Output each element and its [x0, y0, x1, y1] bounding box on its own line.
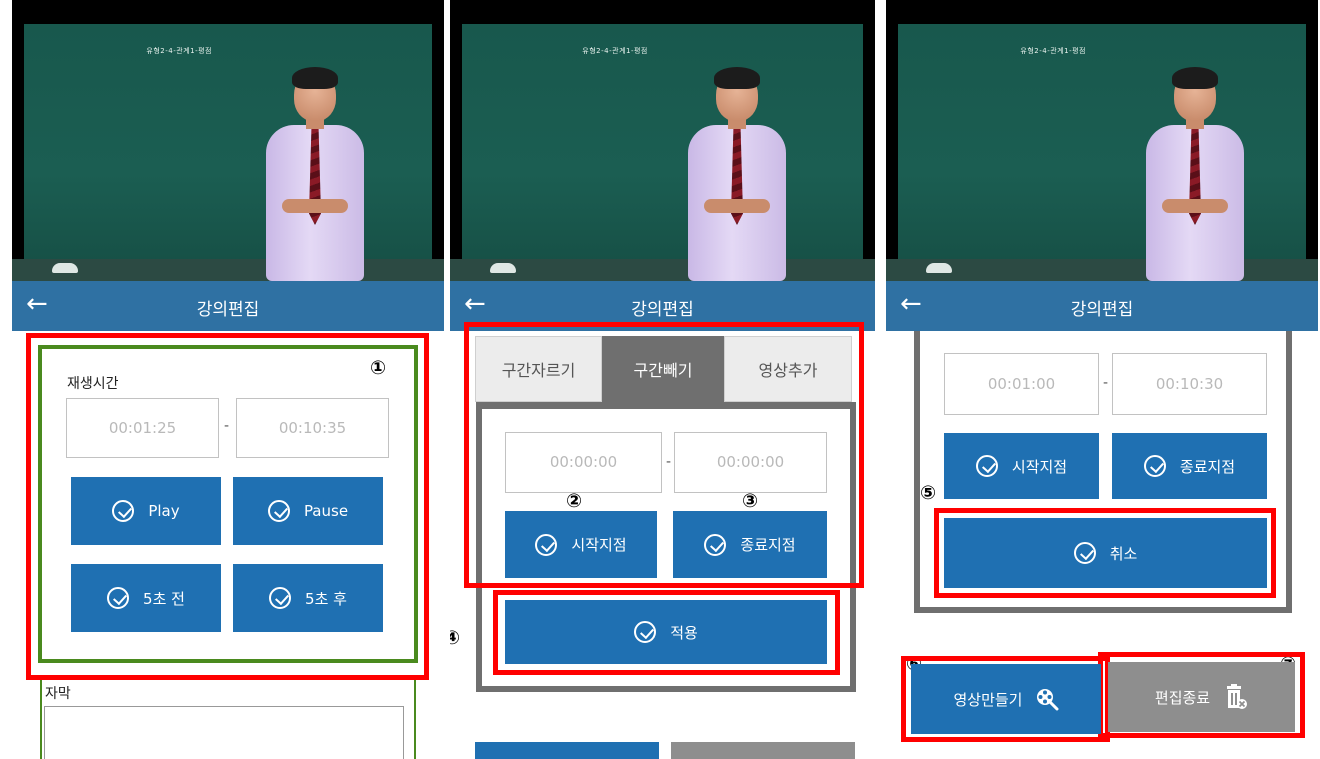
- page-title: 강의편집: [196, 300, 260, 320]
- video-player[interactable]: 유형2-4-관계1-평점: [886, 0, 1318, 281]
- chalkboard: 유형2-4-관계1-평점: [462, 24, 863, 273]
- make-video-button[interactable]: 영상만들기: [911, 664, 1101, 734]
- lecturer: [1140, 67, 1250, 281]
- pause-button[interactable]: Pause: [233, 477, 383, 545]
- subtitle-input[interactable]: [44, 706, 404, 759]
- back-5s-label: 5초 전: [143, 589, 185, 608]
- video-player[interactable]: 유형2-4-관계1-평점: [450, 0, 875, 281]
- check-circle-icon: [535, 533, 558, 556]
- check-circle-icon: [1073, 542, 1096, 564]
- end-time-field[interactable]: 00:00:00: [674, 432, 827, 493]
- forward-5s-button[interactable]: 5초 후: [233, 564, 383, 632]
- time-separator: -: [1103, 375, 1109, 391]
- start-point-label: 시작지점: [1011, 457, 1068, 476]
- lecturer: [682, 67, 792, 281]
- end-point-label: 종료지점: [1179, 457, 1236, 476]
- board-text: 유형2-4-관계1-평점: [146, 47, 212, 55]
- partial-gray-button[interactable]: [671, 742, 855, 759]
- apply-label: 적용: [670, 623, 698, 642]
- time-separator: -: [666, 454, 672, 470]
- page-title: 강의편집: [631, 300, 694, 320]
- cancel-button[interactable]: 취소: [944, 518, 1267, 588]
- desk-object: [926, 263, 952, 273]
- cancel-label: 취소: [1109, 544, 1138, 563]
- time-label: 재생시간: [67, 376, 119, 392]
- video-player[interactable]: 유형2-4-관계1-평점: [12, 0, 444, 281]
- check-circle-icon: [704, 533, 727, 556]
- badge-1: ①: [370, 357, 387, 379]
- board-text: 유형2-4-관계1-평점: [1020, 47, 1086, 55]
- check-circle-icon: [975, 455, 998, 477]
- panel-segment-edit: 유형2-4-관계1-평점 ← 강의편집 구간자르기 구간빼기 영상추가 00:0…: [450, 0, 875, 759]
- back-5s-button[interactable]: 5초 전: [71, 564, 221, 632]
- check-circle-icon: [107, 587, 130, 609]
- start-point-label: 시작지점: [571, 536, 627, 554]
- app-header: ← 강의편집: [886, 281, 1318, 331]
- lecturer: [260, 67, 370, 281]
- end-point-button[interactable]: 종료지점: [1112, 433, 1267, 499]
- start-point-button[interactable]: 시작지점: [505, 511, 657, 578]
- badge-4: ④: [450, 627, 461, 649]
- desk-object: [490, 263, 516, 273]
- start-time-field[interactable]: 00:01:00: [944, 353, 1099, 415]
- start-time-field[interactable]: 00:00:00: [505, 432, 662, 493]
- panel-playback: 유형2-4-관계1-평점 ← 강의편집 ① 재생시간 00:01:25 - 00…: [12, 0, 444, 759]
- desk-object: [52, 263, 78, 273]
- panel-finish-edit: 유형2-4-관계1-평점 ← 강의편집 00:01:00 - 00:10:30 …: [886, 0, 1318, 759]
- page-title: 강의편집: [1070, 300, 1134, 320]
- badge-3: ③: [742, 490, 759, 512]
- end-time-field[interactable]: 00:10:35: [236, 398, 389, 458]
- end-time-field[interactable]: 00:10:30: [1112, 353, 1267, 415]
- start-time-field[interactable]: 00:01:25: [66, 398, 219, 458]
- badge-2: ②: [566, 490, 583, 512]
- check-circle-icon: [1143, 455, 1166, 477]
- finish-edit-button[interactable]: 편집종료: [1108, 662, 1295, 732]
- check-circle-icon: [269, 587, 292, 609]
- board-text: 유형2-4-관계1-평점: [582, 47, 648, 55]
- pause-label: Pause: [303, 502, 349, 520]
- check-circle-icon: [634, 621, 657, 643]
- film-reel-search-icon: [1035, 687, 1059, 711]
- trash-cancel-icon: [1224, 684, 1248, 710]
- subtitle-label: 자막: [45, 686, 71, 702]
- make-video-label: 영상만들기: [953, 690, 1023, 709]
- check-circle-icon: [267, 500, 290, 522]
- play-label: Play: [148, 502, 180, 520]
- badge-5: ⑤: [920, 482, 937, 504]
- forward-5s-label: 5초 후: [305, 589, 347, 608]
- chalkboard: 유형2-4-관계1-평점: [24, 24, 432, 273]
- apply-button[interactable]: 적용: [505, 600, 827, 664]
- end-point-label: 종료지점: [740, 536, 796, 554]
- time-separator: -: [224, 418, 230, 434]
- play-button[interactable]: Play: [71, 477, 221, 545]
- finish-edit-label: 편집종료: [1154, 688, 1211, 707]
- app-header: ← 강의편집: [12, 281, 444, 331]
- start-point-button[interactable]: 시작지점: [944, 433, 1099, 499]
- partial-blue-button[interactable]: [475, 742, 659, 759]
- check-circle-icon: [112, 500, 135, 522]
- end-point-button[interactable]: 종료지점: [673, 511, 827, 578]
